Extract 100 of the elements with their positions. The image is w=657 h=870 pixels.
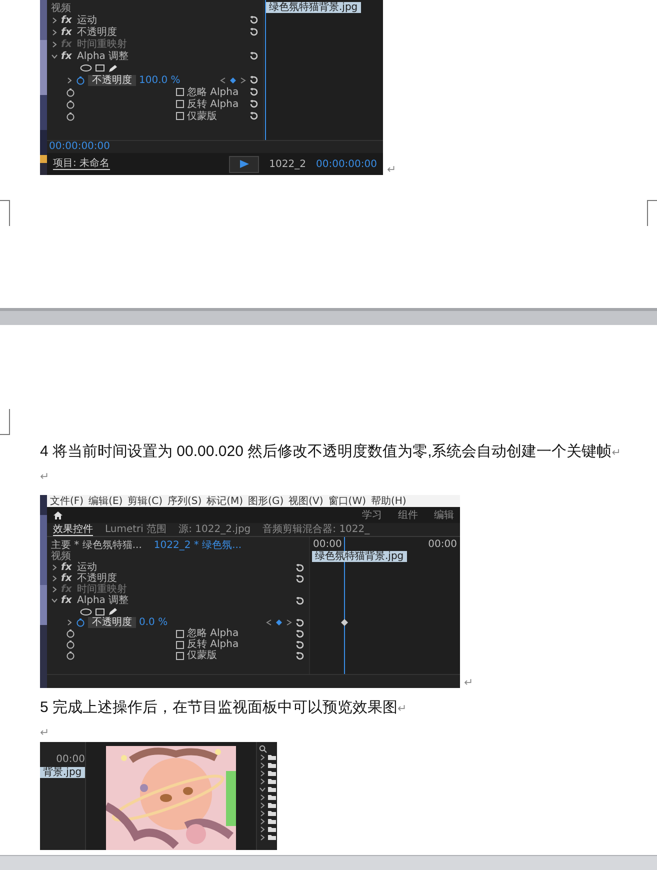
timecode[interactable]: 00:00:00:00 <box>49 141 110 152</box>
effect-name[interactable]: 运动 <box>77 562 97 573</box>
clip-bar[interactable]: 绿色氛特猫背景.jpg <box>312 551 407 562</box>
effect-name[interactable]: 时间重映射 <box>77 584 127 595</box>
menu-item[interactable]: 标记(M) <box>206 496 244 506</box>
stopwatch-icon[interactable] <box>76 618 85 627</box>
chevron-icon[interactable] <box>51 28 58 36</box>
keyframe-nav-icon[interactable] <box>220 76 246 84</box>
chevron-icon[interactable] <box>259 834 266 840</box>
reset-icon[interactable] <box>295 574 305 582</box>
menu-item[interactable]: 帮助(H) <box>371 496 406 506</box>
reset-icon[interactable] <box>295 652 305 660</box>
panel-tab[interactable]: 效果控件 <box>53 524 93 536</box>
chevron-icon[interactable] <box>259 794 266 800</box>
pen-icon[interactable] <box>108 64 118 72</box>
panel-tab[interactable]: Lumetri 范围 <box>105 524 167 535</box>
clip-selector[interactable]: 1022_2 * 绿色氛... <box>154 540 242 550</box>
rectangle-mask-icon[interactable] <box>95 608 105 616</box>
search-icon[interactable] <box>259 745 267 753</box>
menu-item[interactable]: 文件(F) <box>50 496 84 506</box>
fx-badge[interactable]: fx <box>61 595 74 606</box>
stopwatch-icon[interactable] <box>76 76 85 84</box>
menu-item[interactable]: 剪辑(C) <box>128 496 162 506</box>
menu-item[interactable]: 窗口(W) <box>328 496 366 506</box>
reset-icon[interactable] <box>249 16 259 24</box>
stopwatch-icon[interactable] <box>66 640 75 649</box>
play-button[interactable] <box>229 156 260 172</box>
panel-tab[interactable]: 音频剪辑混合器: 1022_ <box>262 524 370 535</box>
effect-name[interactable]: Alpha 调整 <box>77 595 129 606</box>
chevron-icon[interactable] <box>51 16 58 24</box>
keyframe-nav-icon[interactable] <box>266 619 292 626</box>
stopwatch-icon[interactable] <box>66 100 75 108</box>
panel-tab[interactable]: 源: 1022_2.jpg <box>178 524 251 535</box>
effect-name[interactable]: 不透明度 <box>77 26 117 38</box>
workspace-tab[interactable]: 组件 <box>398 510 418 520</box>
chevron-icon[interactable] <box>259 810 266 816</box>
chevron-icon[interactable] <box>259 818 266 824</box>
effect-name[interactable]: Alpha 调整 <box>77 50 129 62</box>
stopwatch-icon[interactable] <box>66 112 75 120</box>
effect-name[interactable]: 运动 <box>77 14 97 26</box>
ellipse-mask-icon[interactable] <box>80 64 92 72</box>
checkbox[interactable] <box>176 112 184 120</box>
chevron-icon[interactable] <box>259 754 266 760</box>
reset-icon[interactable] <box>295 630 305 638</box>
reset-icon[interactable] <box>249 28 259 36</box>
chevron-icon[interactable] <box>51 586 58 593</box>
parameter-value[interactable]: 100.0 % <box>139 74 180 86</box>
checkbox[interactable] <box>176 652 184 660</box>
reset-icon[interactable] <box>249 112 259 120</box>
parameter-value[interactable]: 0.0 % <box>139 617 168 628</box>
workspace-tab[interactable]: 学习 <box>362 510 382 520</box>
reset-icon[interactable] <box>295 596 305 604</box>
chevron-icon[interactable] <box>66 76 73 84</box>
menu-item[interactable]: 视图(V) <box>288 496 324 506</box>
effect-name[interactable]: 时间重映射 <box>77 38 127 50</box>
checkbox[interactable] <box>176 100 184 108</box>
reset-icon[interactable] <box>295 618 305 626</box>
chevron-icon[interactable] <box>51 40 58 48</box>
chevron-icon[interactable] <box>51 564 58 571</box>
chevron-icon[interactable] <box>51 597 58 604</box>
reset-icon[interactable] <box>295 640 305 648</box>
stopwatch-icon[interactable] <box>66 651 75 660</box>
fx-badge[interactable]: fx <box>61 573 74 584</box>
menu-item[interactable]: 图形(G) <box>248 496 284 506</box>
chevron-icon[interactable] <box>259 826 266 832</box>
stopwatch-icon[interactable] <box>66 629 75 638</box>
reset-icon[interactable] <box>249 88 259 96</box>
chevron-icon[interactable] <box>259 770 266 776</box>
ellipse-mask-icon[interactable] <box>80 608 92 616</box>
reset-icon[interactable] <box>249 100 259 108</box>
sequence-name[interactable]: 1022_2 <box>269 158 306 170</box>
reset-icon[interactable] <box>249 52 259 60</box>
effect-name[interactable]: 不透明度 <box>77 573 117 584</box>
fx-badge[interactable]: fx <box>61 26 74 38</box>
stopwatch-icon[interactable] <box>66 88 75 96</box>
chevron-icon[interactable] <box>259 762 266 768</box>
fx-badge[interactable]: fx <box>61 562 74 573</box>
rectangle-mask-icon[interactable] <box>95 64 105 72</box>
program-timecode[interactable]: 00:00:00:00 <box>316 158 377 170</box>
menu-item[interactable]: 编辑(E) <box>88 496 123 506</box>
workspace-tab[interactable]: 编辑 <box>434 510 454 520</box>
reset-icon[interactable] <box>249 76 259 84</box>
clip-bar[interactable]: 背景.jpg <box>40 767 85 778</box>
menu-item[interactable]: 序列(S) <box>167 496 202 506</box>
keyframe-icon[interactable] <box>341 619 348 626</box>
home-icon[interactable] <box>53 510 63 520</box>
fx-badge[interactable]: fx <box>61 50 74 62</box>
checkbox[interactable] <box>176 640 184 648</box>
chevron-icon[interactable] <box>259 802 266 808</box>
reset-icon[interactable] <box>295 564 305 572</box>
clip-bar[interactable]: 绿色氛特猫背景.jpg <box>266 2 361 13</box>
chevron-icon[interactable] <box>259 778 266 784</box>
chevron-icon[interactable] <box>66 619 73 626</box>
checkbox[interactable] <box>176 88 184 96</box>
chevron-icon[interactable] <box>259 786 266 792</box>
checkbox[interactable] <box>176 630 184 638</box>
chevron-icon[interactable] <box>51 52 58 60</box>
fx-badge[interactable]: fx <box>61 14 74 26</box>
chevron-icon[interactable] <box>51 575 58 582</box>
project-tab[interactable]: 项目: 未命名 <box>53 158 110 170</box>
